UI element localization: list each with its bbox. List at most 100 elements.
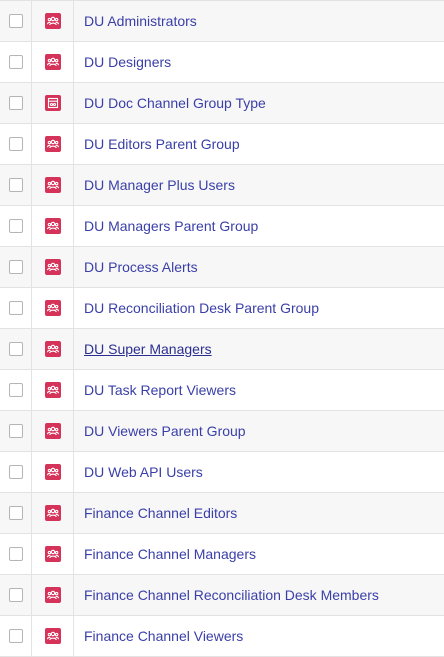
- row-checkbox[interactable]: [8, 96, 23, 110]
- row-checkbox[interactable]: [8, 178, 23, 192]
- checkbox-cell: [0, 575, 32, 615]
- name-cell: Finance Channel Managers: [74, 534, 444, 574]
- name-cell: DU Reconciliation Desk Parent Group: [74, 288, 444, 328]
- row-checkbox[interactable]: [8, 424, 23, 438]
- users-group-icon: [44, 13, 61, 29]
- group-name-link[interactable]: DU Managers Parent Group: [84, 218, 258, 234]
- icon-cell: [32, 206, 74, 246]
- checkbox-cell: [0, 452, 32, 492]
- row-checkbox[interactable]: [8, 342, 23, 356]
- name-cell: DU Web API Users: [74, 452, 444, 492]
- table-row[interactable]: Finance Channel Managers: [0, 534, 444, 575]
- table-row[interactable]: DU Manager Plus Users: [0, 165, 444, 206]
- row-checkbox[interactable]: [8, 629, 23, 643]
- users-group-icon: [44, 546, 61, 562]
- table-row[interactable]: Finance Channel Viewers: [0, 616, 444, 657]
- group-name-link[interactable]: DU Manager Plus Users: [84, 177, 235, 193]
- group-name-link[interactable]: DU Task Report Viewers: [84, 382, 236, 398]
- checkbox-cell: [0, 616, 32, 656]
- name-cell: Finance Channel Editors: [74, 493, 444, 533]
- users-group-icon: [44, 505, 61, 521]
- name-cell: DU Process Alerts: [74, 247, 444, 287]
- checkbox-cell: [0, 534, 32, 574]
- table-row[interactable]: DU Editors Parent Group: [0, 124, 444, 165]
- document-channel-icon: [44, 95, 61, 111]
- icon-cell: [32, 165, 74, 205]
- row-checkbox[interactable]: [8, 260, 23, 274]
- group-name-link[interactable]: DU Process Alerts: [84, 259, 198, 275]
- group-name-link[interactable]: DU Editors Parent Group: [84, 136, 240, 152]
- name-cell: DU Administrators: [74, 1, 444, 41]
- group-name-link[interactable]: Finance Channel Managers: [84, 546, 256, 562]
- icon-cell: [32, 83, 74, 123]
- checkbox-cell: [0, 411, 32, 451]
- checkbox-cell: [0, 370, 32, 410]
- row-checkbox[interactable]: [8, 219, 23, 233]
- table-row[interactable]: DU Viewers Parent Group: [0, 411, 444, 452]
- name-cell: Finance Channel Viewers: [74, 616, 444, 656]
- group-name-link[interactable]: Finance Channel Editors: [84, 505, 237, 521]
- users-group-icon: [44, 136, 61, 152]
- group-name-link[interactable]: Finance Channel Viewers: [84, 628, 243, 644]
- table-row[interactable]: DU Managers Parent Group: [0, 206, 444, 247]
- table-row[interactable]: Finance Channel Editors: [0, 493, 444, 534]
- row-checkbox[interactable]: [8, 547, 23, 561]
- name-cell: DU Manager Plus Users: [74, 165, 444, 205]
- icon-cell: [32, 370, 74, 410]
- table-row[interactable]: DU Super Managers: [0, 329, 444, 370]
- group-name-link[interactable]: DU Administrators: [84, 13, 197, 29]
- group-name-link[interactable]: DU Designers: [84, 54, 171, 70]
- icon-cell: [32, 411, 74, 451]
- users-group-icon: [44, 177, 61, 193]
- icon-cell: [32, 493, 74, 533]
- name-cell: DU Super Managers: [74, 329, 444, 369]
- row-checkbox[interactable]: [8, 55, 23, 69]
- table-row[interactable]: DU Web API Users: [0, 452, 444, 493]
- name-cell: DU Editors Parent Group: [74, 124, 444, 164]
- table-row[interactable]: DU Designers: [0, 42, 444, 83]
- group-name-link[interactable]: DU Doc Channel Group Type: [84, 95, 266, 111]
- table-row[interactable]: DU Doc Channel Group Type: [0, 83, 444, 124]
- users-group-icon: [44, 341, 61, 357]
- table-row[interactable]: Finance Channel Reconciliation Desk Memb…: [0, 575, 444, 616]
- checkbox-cell: [0, 165, 32, 205]
- group-name-link[interactable]: DU Web API Users: [84, 464, 203, 480]
- table-row[interactable]: DU Process Alerts: [0, 247, 444, 288]
- row-checkbox[interactable]: [8, 137, 23, 151]
- icon-cell: [32, 42, 74, 82]
- checkbox-cell: [0, 42, 32, 82]
- table-row[interactable]: DU Reconciliation Desk Parent Group: [0, 288, 444, 329]
- name-cell: DU Designers: [74, 42, 444, 82]
- checkbox-cell: [0, 288, 32, 328]
- icon-cell: [32, 247, 74, 287]
- table-row[interactable]: DU Administrators: [0, 1, 444, 42]
- users-group-icon: [44, 464, 61, 480]
- icon-cell: [32, 452, 74, 492]
- group-name-link[interactable]: Finance Channel Reconciliation Desk Memb…: [84, 587, 379, 603]
- checkbox-cell: [0, 329, 32, 369]
- row-checkbox[interactable]: [8, 14, 23, 28]
- row-checkbox[interactable]: [8, 465, 23, 479]
- row-checkbox[interactable]: [8, 588, 23, 602]
- checkbox-cell: [0, 206, 32, 246]
- name-cell: DU Viewers Parent Group: [74, 411, 444, 451]
- users-group-icon: [44, 587, 61, 603]
- group-name-link[interactable]: DU Reconciliation Desk Parent Group: [84, 300, 319, 316]
- name-cell: DU Task Report Viewers: [74, 370, 444, 410]
- row-checkbox[interactable]: [8, 301, 23, 315]
- name-cell: DU Doc Channel Group Type: [74, 83, 444, 123]
- group-name-link[interactable]: DU Viewers Parent Group: [84, 423, 246, 439]
- group-name-link[interactable]: DU Super Managers: [84, 341, 212, 357]
- users-group-icon: [44, 300, 61, 316]
- row-checkbox[interactable]: [8, 506, 23, 520]
- users-group-icon: [44, 382, 61, 398]
- table-row[interactable]: DU Task Report Viewers: [0, 370, 444, 411]
- icon-cell: [32, 288, 74, 328]
- checkbox-cell: [0, 124, 32, 164]
- icon-cell: [32, 1, 74, 41]
- row-checkbox[interactable]: [8, 383, 23, 397]
- users-group-icon: [44, 218, 61, 234]
- group-list: DU Administrators DU Designers DU Doc Chan…: [0, 0, 444, 657]
- checkbox-cell: [0, 1, 32, 41]
- users-group-icon: [44, 259, 61, 275]
